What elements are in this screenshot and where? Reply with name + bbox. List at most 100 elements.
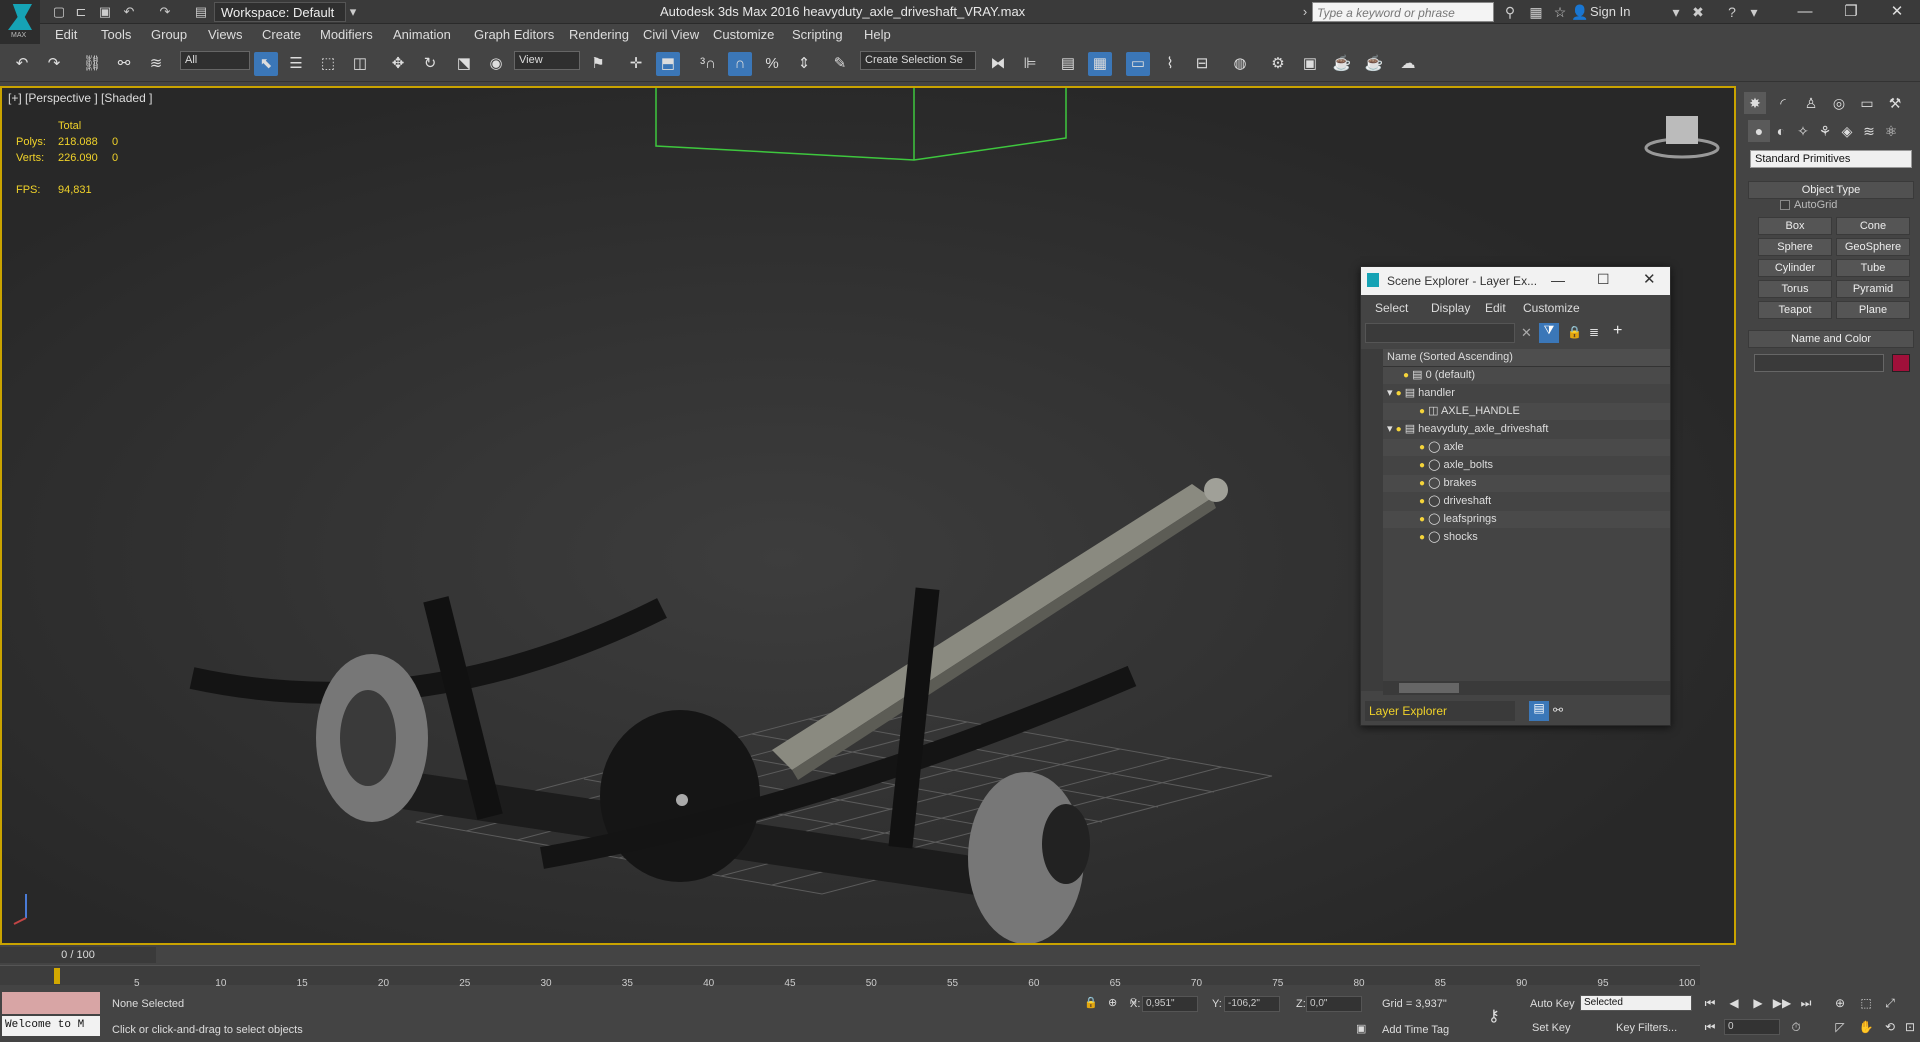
scene-search-input[interactable]: [1365, 323, 1515, 343]
systems-icon[interactable]: ⚛: [1880, 120, 1902, 142]
y-coordinate-field[interactable]: -106,2": [1224, 996, 1280, 1012]
name-and-color-rollout[interactable]: Name and Color: [1748, 330, 1914, 348]
zoom-extents-icon[interactable]: ⊕: [1830, 994, 1850, 1012]
time-configuration-icon[interactable]: ⏱: [1786, 1018, 1806, 1036]
redo-icon[interactable]: ↷: [42, 52, 66, 76]
layers-icon[interactable]: ≣: [1589, 325, 1599, 339]
object-color-swatch[interactable]: [1892, 354, 1910, 372]
utilities-tab-icon[interactable]: ⚒: [1884, 92, 1906, 114]
pan-view-icon[interactable]: ✋: [1856, 1018, 1876, 1036]
go-to-end-icon[interactable]: ⏭: [1796, 994, 1816, 1012]
maximize-viewport-icon[interactable]: ⊡: [1900, 1018, 1920, 1036]
menu-help[interactable]: Help: [864, 27, 891, 42]
menu-edit[interactable]: Edit: [55, 27, 77, 42]
curve-editor-icon[interactable]: ⌇: [1158, 52, 1182, 76]
close-window-button[interactable]: ✕: [1874, 0, 1920, 24]
bind-to-space-warp-icon[interactable]: ≋: [144, 52, 168, 76]
visibility-bulb-icon[interactable]: ●: [1419, 406, 1425, 417]
render-setup-icon[interactable]: ⚙: [1266, 52, 1290, 76]
visibility-bulb-icon[interactable]: ●: [1419, 496, 1425, 507]
scene-menu-edit[interactable]: Edit: [1485, 301, 1506, 315]
set-key-button[interactable]: Set Key: [1532, 1022, 1571, 1034]
visibility-bulb-icon[interactable]: ●: [1419, 442, 1425, 453]
transform-mode-icon[interactable]: ⊕: [1108, 996, 1117, 1009]
sort-by-hierarchy-icon[interactable]: ⚯: [1553, 703, 1563, 717]
space-warps-icon[interactable]: ≋: [1858, 120, 1880, 142]
select-manipulate-icon[interactable]: ✛: [624, 52, 648, 76]
field-of-view-icon[interactable]: ◸: [1830, 1018, 1850, 1036]
hierarchy-tab-icon[interactable]: ♙: [1800, 92, 1822, 114]
display-tab-icon[interactable]: ▭: [1856, 92, 1878, 114]
select-and-rotate-icon[interactable]: ↻: [418, 52, 442, 76]
select-by-name-icon[interactable]: ☰: [284, 52, 308, 76]
toggle-scene-explorer-icon[interactable]: ▤: [1056, 52, 1080, 76]
maximize-button[interactable]: ❐: [1828, 0, 1874, 24]
add-layer-icon[interactable]: +: [1613, 322, 1622, 340]
render-in-cloud-icon[interactable]: ☁: [1396, 52, 1420, 76]
clear-search-icon[interactable]: ✕: [1521, 325, 1532, 341]
tree-row-axle-bolts[interactable]: ● ◯ axle_bolts: [1383, 457, 1670, 474]
selection-filter-dropdown[interactable]: All: [180, 51, 250, 70]
select-and-scale-icon[interactable]: ⬔: [452, 52, 476, 76]
cone-button[interactable]: Cone: [1836, 217, 1910, 235]
schematic-view-icon[interactable]: ⊟: [1190, 52, 1214, 76]
select-and-link-icon[interactable]: ⛓: [80, 52, 104, 76]
geometry-type-dropdown[interactable]: Standard Primitives: [1750, 150, 1912, 168]
key-mode-toggle-icon[interactable]: ⏮: [1700, 1018, 1720, 1036]
help-icon[interactable]: ?: [1722, 3, 1742, 21]
maxscript-listener-input[interactable]: [2, 992, 100, 1014]
toggle-layer-explorer-icon[interactable]: ▦: [1088, 52, 1112, 76]
horizontal-scrollbar[interactable]: [1383, 681, 1670, 695]
pyramid-button[interactable]: Pyramid: [1836, 280, 1910, 298]
tree-row-axle[interactable]: ● ◯ axle: [1383, 439, 1670, 456]
subscription-icon[interactable]: ▦: [1526, 3, 1546, 21]
rendered-frame-window-icon[interactable]: ▣: [1298, 52, 1322, 76]
window-crossing-icon[interactable]: ◫: [348, 52, 372, 76]
menu-views[interactable]: Views: [208, 27, 242, 42]
exchange-close-icon[interactable]: ✖: [1688, 3, 1708, 21]
modify-tab-icon[interactable]: ◜: [1772, 92, 1794, 114]
z-coordinate-field[interactable]: 0,0": [1306, 996, 1362, 1012]
selection-lock-icon[interactable]: 🔒: [1084, 996, 1098, 1009]
geosphere-button[interactable]: GeoSphere: [1836, 238, 1910, 256]
current-frame-marker[interactable]: [54, 968, 60, 984]
scrollbar-thumb[interactable]: [1399, 683, 1459, 693]
visibility-bulb-icon[interactable]: ●: [1419, 514, 1425, 525]
maxscript-output[interactable]: Welcome to M: [2, 1016, 100, 1036]
motion-tab-icon[interactable]: ◎: [1828, 92, 1850, 114]
menu-scripting[interactable]: Scripting: [792, 27, 843, 42]
autogrid-checkbox[interactable]: [1780, 200, 1790, 210]
scene-explorer-titlebar[interactable]: Scene Explorer - Layer Ex... — ☐ ✕: [1361, 267, 1670, 295]
undo-icon[interactable]: ↶: [10, 52, 34, 76]
menu-animation[interactable]: Animation: [393, 27, 451, 42]
rectangular-selection-icon[interactable]: ⬚: [316, 52, 340, 76]
play-icon[interactable]: ▶: [1748, 994, 1768, 1012]
tree-row-driveshaft[interactable]: ● ◯ driveshaft: [1383, 493, 1670, 510]
viewcube[interactable]: [1644, 116, 1720, 159]
current-frame-field[interactable]: 0: [1724, 1019, 1780, 1035]
tree-row-shocks[interactable]: ● ◯ shocks: [1383, 529, 1670, 546]
scene-menu-select[interactable]: Select: [1375, 301, 1408, 315]
key-mode-dropdown[interactable]: Selected: [1580, 995, 1692, 1011]
time-tag-icon[interactable]: ▣: [1356, 1022, 1366, 1035]
visibility-bulb-icon[interactable]: ●: [1419, 532, 1425, 543]
x-coordinate-field[interactable]: 0,951": [1142, 996, 1198, 1012]
tube-button[interactable]: Tube: [1836, 259, 1910, 277]
visibility-bulb-icon[interactable]: ●: [1396, 424, 1402, 435]
scene-menu-customize[interactable]: Customize: [1523, 301, 1580, 315]
maximize-icon[interactable]: ☐: [1597, 271, 1610, 288]
save-file-icon[interactable]: ▣: [96, 3, 114, 21]
sign-in-dropdown-icon[interactable]: ▾: [1666, 3, 1686, 21]
filter-icon[interactable]: ⧩: [1539, 323, 1559, 343]
app-menu-button[interactable]: MAX: [0, 0, 40, 44]
collapse-arrow-icon[interactable]: ▾: [1387, 423, 1393, 435]
zoom-region-icon[interactable]: ⬚: [1856, 994, 1876, 1012]
auto-key-button[interactable]: Auto Key: [1530, 998, 1575, 1010]
tree-row-layer-default[interactable]: ● ▤ 0 (default): [1383, 367, 1670, 384]
reference-coord-dropdown[interactable]: View: [514, 51, 580, 70]
percent-snap-icon[interactable]: %: [760, 52, 784, 76]
toggle-ribbon-icon[interactable]: ▭: [1126, 52, 1150, 76]
search-input[interactable]: Type a keyword or phrase: [1312, 2, 1494, 22]
menu-civil-view[interactable]: Civil View: [643, 27, 699, 42]
material-editor-icon[interactable]: ◍: [1228, 52, 1252, 76]
